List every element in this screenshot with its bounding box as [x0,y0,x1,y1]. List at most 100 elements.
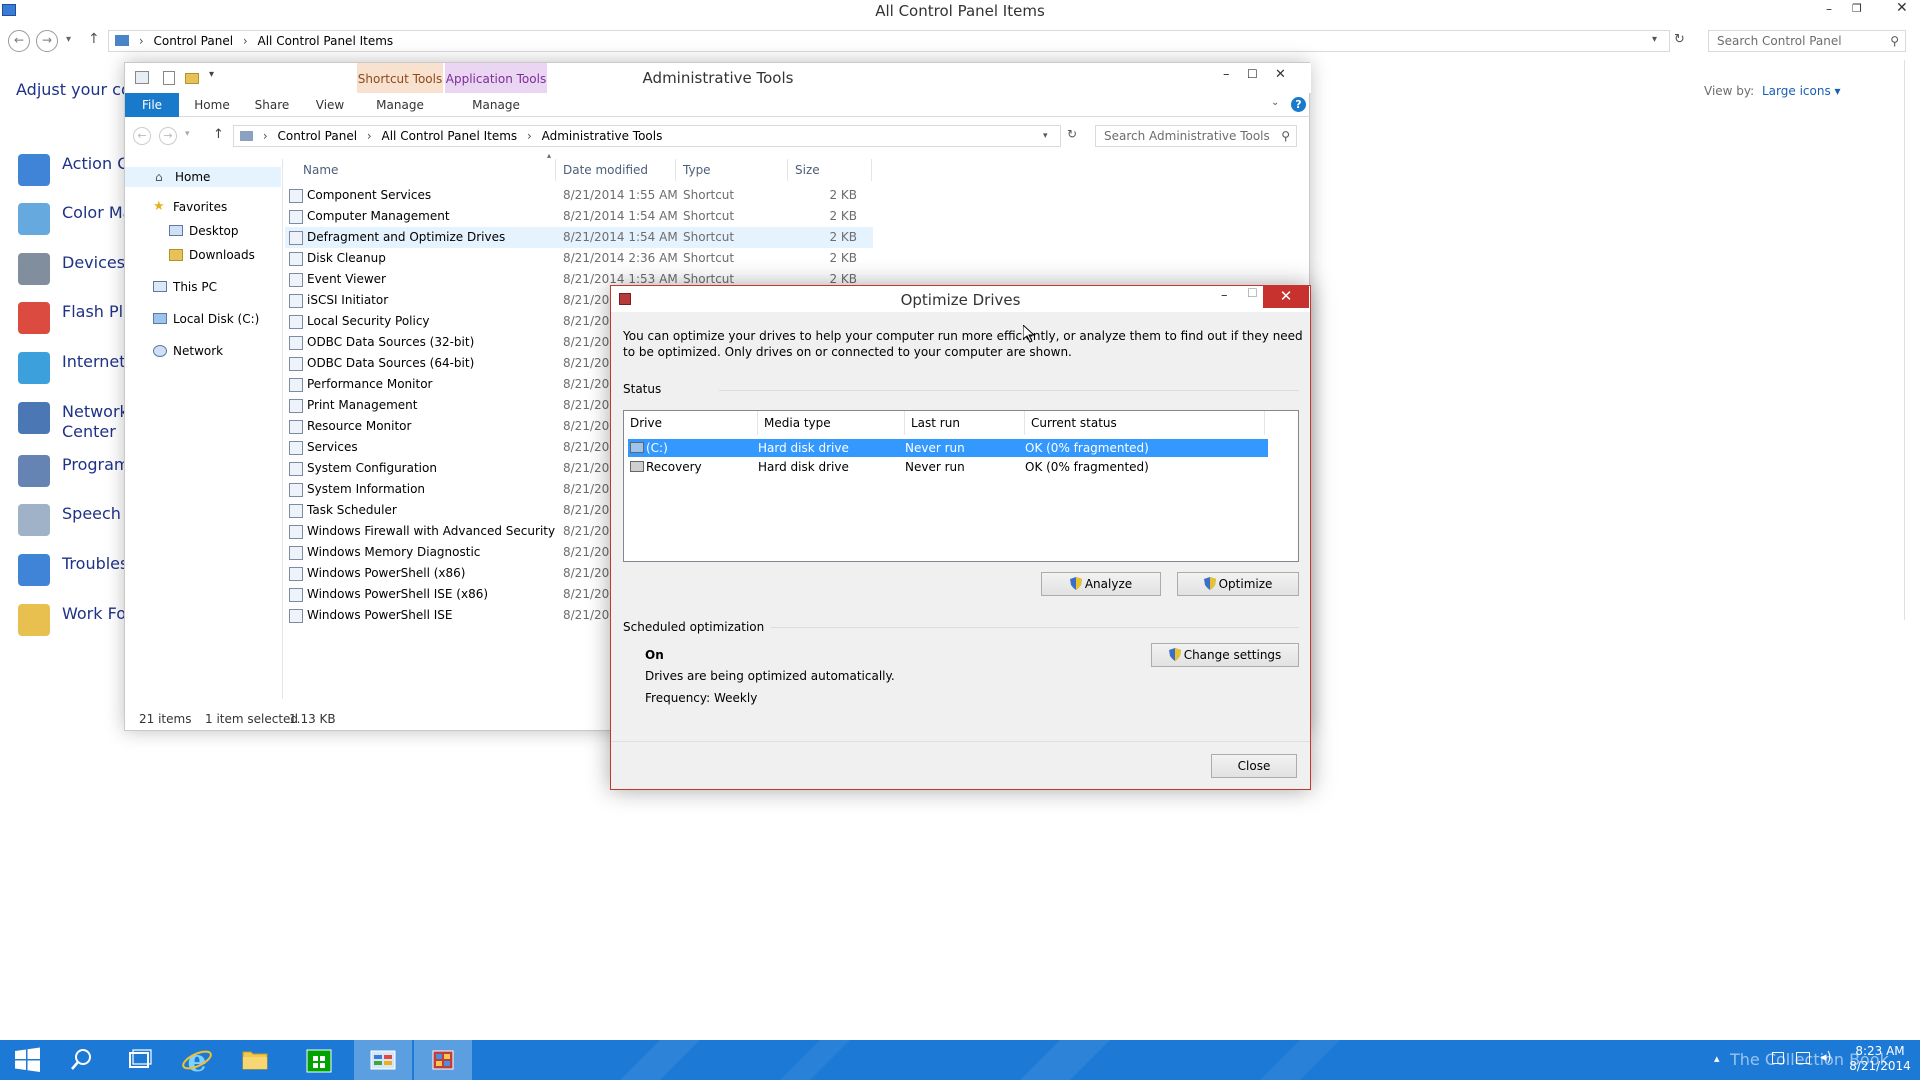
drive-media-type: Hard disk drive [758,460,849,474]
file-row[interactable]: Disk Cleanup 8/21/2014 2:36 AM Shortcut 2 K… [285,248,873,269]
network-icon [153,345,167,357]
drives-table: Drive Media type Last run Current status… [623,410,1299,562]
volume-icon[interactable]: ◂) [1820,1050,1832,1065]
address-field[interactable]: › Control Panel › All Control Panel Item… [233,125,1061,147]
nav-desktop[interactable]: Desktop [125,221,283,241]
ribbon-expand-chevron-icon[interactable]: ⌄ [1271,97,1279,108]
column-header-drive[interactable]: Drive [624,411,758,435]
nav-favorites[interactable]: ★ Favorites [125,197,283,217]
tab-manage-shortcut[interactable]: Manage [365,93,435,117]
control-panel-item[interactable]: Flash Pla [18,298,138,338]
file-row[interactable]: Defragment and Optimize Drives 8/21/2014 … [285,227,873,248]
control-panel-item[interactable]: Internet O [18,348,143,388]
close-button[interactable]: ✕ [1275,67,1286,82]
refresh-icon[interactable]: ↻ [1067,127,1077,141]
show-hidden-icons-chevron-icon[interactable]: ▴ [1714,1052,1720,1065]
control-panel-search-input[interactable]: Search Control Panel ⚲ [1708,30,1906,52]
change-settings-button[interactable]: Change settings [1151,643,1299,667]
task-view-button[interactable] [110,1040,168,1080]
column-header-name[interactable]: Name [303,163,338,177]
file-explorer-button[interactable] [226,1040,284,1080]
nav-network[interactable]: Network [125,341,283,361]
maximize-button[interactable]: ☐ [1247,67,1258,81]
explorer-address-bar: ← → ▾ ↑ › Control Panel › All Control Pa… [125,123,1311,151]
control-panel-item[interactable]: Network Center [18,398,138,441]
scrollbar[interactable] [1904,60,1905,620]
schedule-description: Drives are being optimized automatically… [645,669,895,683]
explorer-search-input[interactable]: Search Administrative Tools ⚲ [1095,125,1297,147]
minimize-button[interactable]: – [1826,2,1840,16]
internet-explorer-button[interactable]: e [168,1040,226,1080]
nav-this-pc[interactable]: This PC [125,277,283,297]
file-name: Performance Monitor [307,377,433,391]
nav-local-disk[interactable]: Local Disk (C:) [125,309,283,329]
control-panel-item[interactable]: Color Ma [18,199,138,239]
shortcut-icon [289,378,303,392]
shortcut-icon [289,210,303,224]
address-field[interactable]: › Control Panel › All Control Panel Item… [108,30,1670,52]
drive-row[interactable]: Recovery Hard disk drive Never run OK (0% f… [628,458,1268,476]
recent-locations-chevron-icon[interactable]: ▾ [185,129,190,139]
back-button[interactable]: ← [133,127,151,145]
analyze-button[interactable]: Analyze [1041,572,1161,596]
breadcrumb-administrative-tools[interactable]: Administrative Tools [542,129,663,143]
breadcrumb-control-panel[interactable]: Control Panel [277,129,357,143]
tab-view[interactable]: View [305,93,355,117]
column-header-type[interactable]: Type [683,163,711,177]
clock[interactable]: 8:23 AM 8/21/2014 [1845,1044,1915,1074]
help-icon[interactable]: ? [1291,97,1306,112]
shield-icon [1069,577,1082,590]
column-header-media-type[interactable]: Media type [758,411,905,435]
action-center-flag-icon[interactable] [1772,1052,1784,1064]
minimize-button[interactable]: – [1221,288,1228,303]
start-button[interactable] [0,1040,58,1080]
store-button[interactable] [290,1040,348,1080]
maximize-button[interactable]: ❐ [1852,2,1866,16]
close-button[interactable]: ✕ [1896,0,1912,16]
maximize-button[interactable]: ☐ [1247,286,1258,300]
network-tray-icon[interactable] [1796,1052,1810,1064]
tab-home[interactable]: Home [187,93,237,117]
breadcrumb-all-items[interactable]: All Control Panel Items [258,34,394,48]
nav-home[interactable]: ⌂ Home [125,167,281,187]
up-arrow-icon[interactable]: ↑ [213,127,224,142]
control-panel-taskbar-button[interactable] [354,1040,412,1080]
control-panel-item[interactable]: Devices a [18,249,140,289]
close-dialog-button[interactable]: Close [1211,754,1297,778]
column-header-current-status[interactable]: Current status [1025,411,1265,435]
view-by-dropdown[interactable]: Large icons ▾ [1762,84,1841,98]
breadcrumb-all-items[interactable]: All Control Panel Items [382,129,518,143]
file-row[interactable]: Computer Management 8/21/2014 1:54 AM Shor… [285,206,873,227]
address-dropdown-chevron-icon[interactable]: ▾ [1652,34,1657,45]
close-button[interactable]: ✕ [1263,286,1309,308]
search-button[interactable] [52,1040,110,1080]
address-dropdown-chevron-icon[interactable]: ▾ [1043,131,1048,141]
recent-locations-chevron-icon[interactable]: ▾ [66,34,71,45]
drive-row[interactable]: (C:) Hard disk drive Never run OK (0% fragm… [628,439,1268,457]
minimize-button[interactable]: – [1223,67,1230,82]
optimize-drives-taskbar-button[interactable] [414,1040,472,1080]
control-panel-item[interactable]: Action Ce [18,150,138,190]
up-arrow-icon[interactable]: ↑ [88,31,100,47]
back-button[interactable]: ← [8,30,30,52]
breadcrumb-control-panel[interactable]: Control Panel [153,34,233,48]
tab-manage-application[interactable]: Manage [461,93,531,117]
control-panel-item[interactable]: Speech R [18,500,138,540]
store-icon [306,1049,332,1073]
control-panel-item[interactable]: Program [18,451,138,491]
tab-file[interactable]: File [125,93,179,117]
nav-downloads[interactable]: Downloads [125,245,283,265]
refresh-icon[interactable]: ↻ [1674,32,1685,47]
file-row[interactable]: Component Services 8/21/2014 1:55 AM Short… [285,185,873,206]
file-date: 8/21/2014 2:36 AM [563,251,678,265]
tab-share[interactable]: Share [247,93,297,117]
control-panel-item[interactable]: Troublesl [18,550,138,590]
control-panel-item[interactable]: Work Fol [18,600,138,640]
forward-button[interactable]: → [159,127,177,145]
forward-button[interactable]: → [36,30,58,52]
optimize-button[interactable]: Optimize [1177,572,1299,596]
column-header-date[interactable]: Date modified [563,163,648,177]
windows-logo-icon [15,1047,40,1072]
column-header-size[interactable]: Size [795,163,820,177]
column-header-last-run[interactable]: Last run [905,411,1025,435]
